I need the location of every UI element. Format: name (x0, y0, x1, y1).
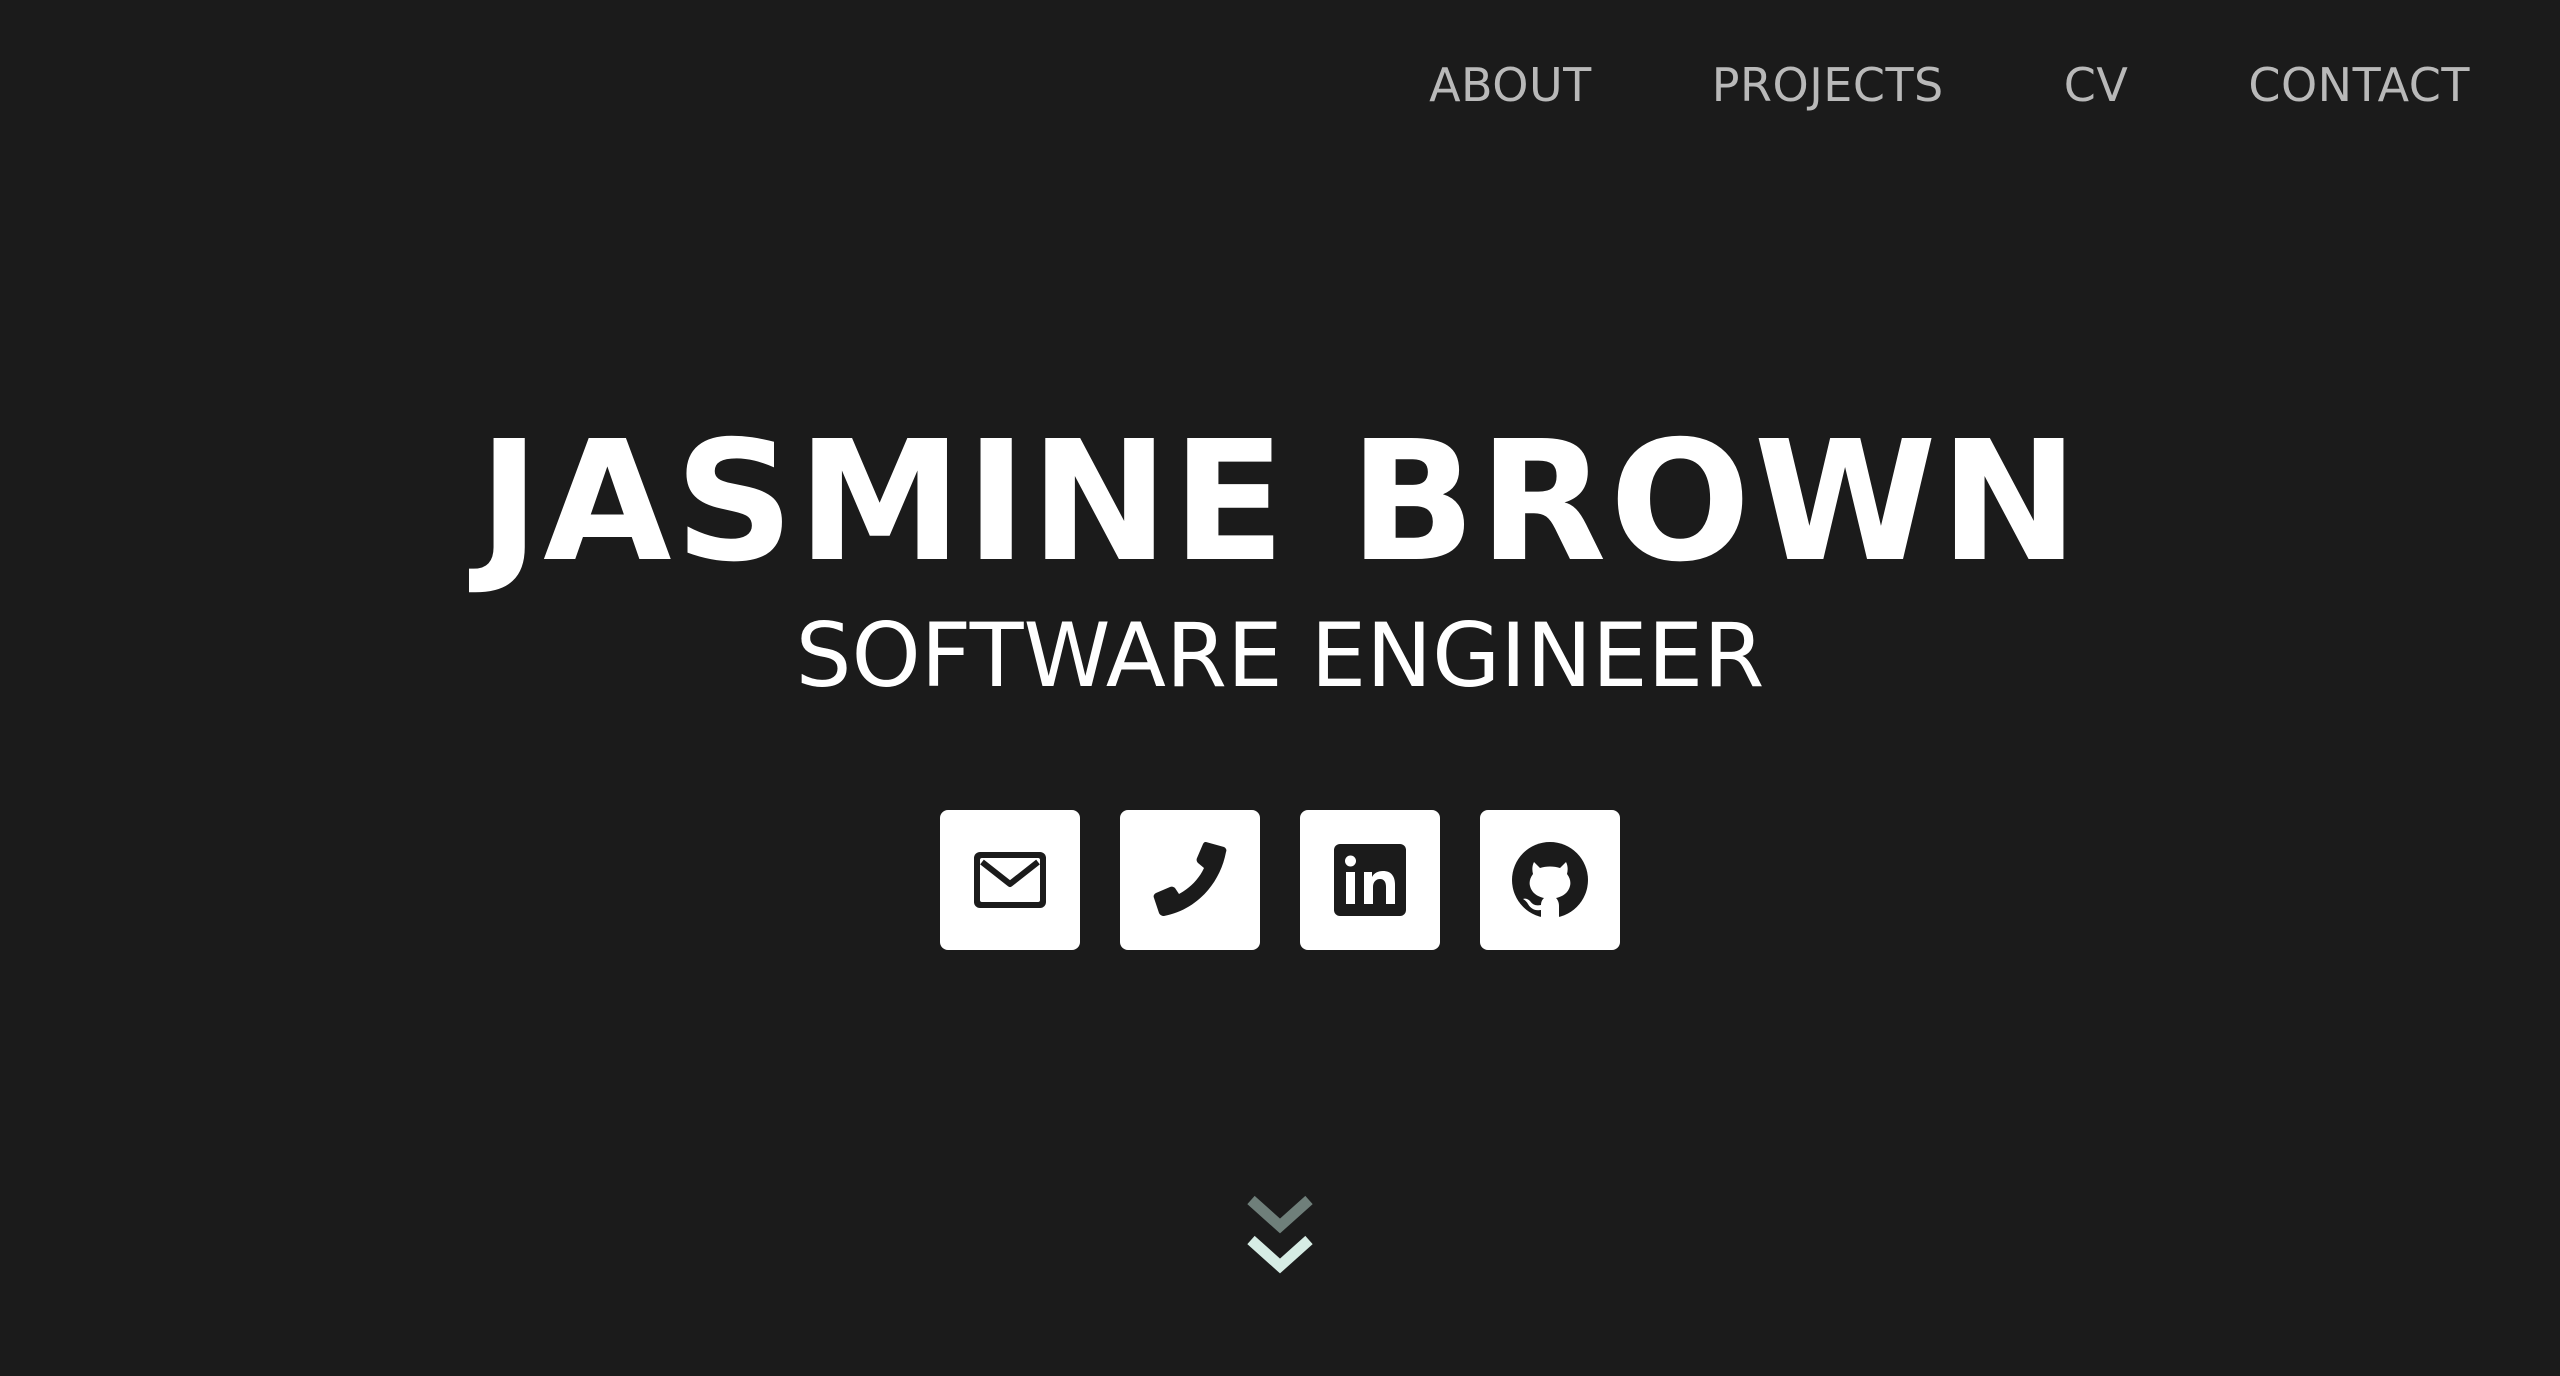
github-icon (1512, 842, 1588, 918)
nav-about-link[interactable]: ABOUT (1429, 62, 1592, 108)
phone-button[interactable] (1120, 810, 1260, 950)
hero-role: SOFTWARE ENGINEER (795, 604, 1765, 707)
phone-icon (1153, 842, 1227, 916)
double-chevron-down-icon (1247, 1195, 1313, 1274)
nav-projects-link[interactable]: PROJECTS (1712, 62, 1944, 108)
scroll-down-button[interactable] (1245, 1192, 1315, 1282)
envelope-icon (974, 852, 1046, 908)
nav-contact-link[interactable]: CONTACT (2248, 62, 2470, 108)
hero-section: JASMINE BROWN SOFTWARE ENGINEER (0, 420, 2560, 700)
hero-name: JASMINE BROWN (478, 406, 2082, 599)
top-nav: ABOUT PROJECTS CV CONTACT (1309, 62, 2470, 108)
linkedin-button[interactable] (1300, 810, 1440, 950)
nav-cv-link[interactable]: CV (2064, 62, 2129, 108)
email-button[interactable] (940, 810, 1080, 950)
linkedin-icon (1334, 844, 1406, 916)
github-button[interactable] (1480, 810, 1620, 950)
social-links (940, 810, 1620, 950)
